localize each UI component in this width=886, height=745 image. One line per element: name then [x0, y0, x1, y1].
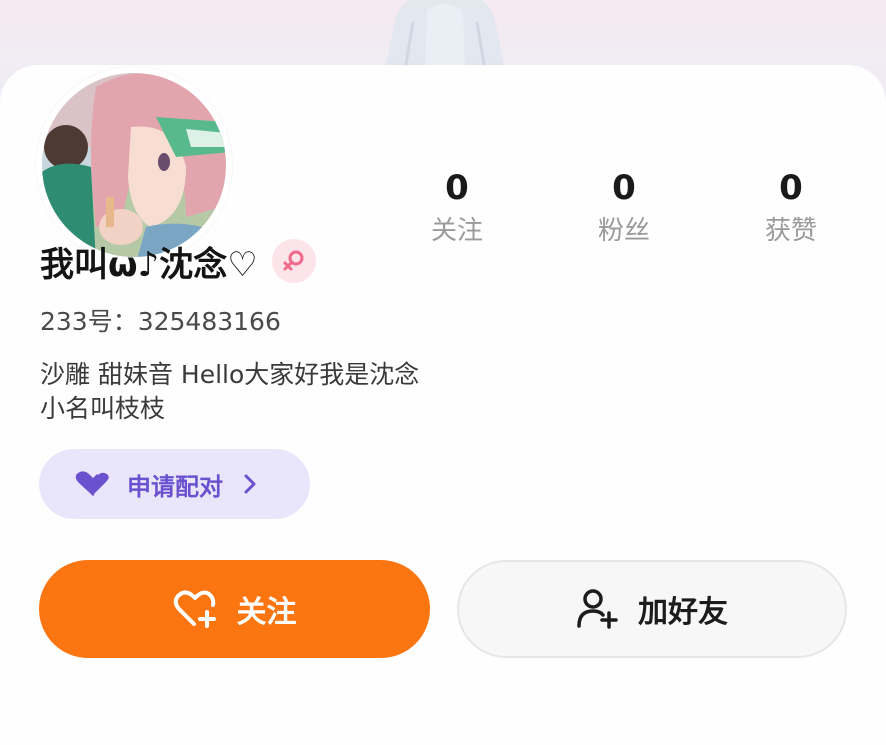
add-friend-label: 加好友 — [638, 595, 728, 630]
bio: 沙雕 甜妹音 Hello大家好我是沈念 小名叫枝枝 — [40, 358, 419, 426]
apply-pair-label: 申请配对 — [127, 472, 223, 501]
heart-plus-icon — [173, 590, 216, 628]
chevron-right-icon — [243, 473, 257, 495]
background-figure — [385, 0, 505, 70]
stat-fans[interactable]: 0 粉丝 — [564, 165, 684, 249]
female-icon — [283, 250, 304, 271]
following-count: 0 — [445, 168, 469, 208]
user-id: 233号：325483166 — [40, 307, 281, 336]
username: 我叫ω♪沈念♡ — [40, 244, 258, 285]
fans-label: 粉丝 — [597, 216, 650, 246]
user-plus-icon — [577, 589, 618, 629]
bio-line-1: 沙雕 甜妹音 Hello大家好我是沈念 — [40, 360, 420, 389]
avatar-image — [36, 67, 232, 263]
follow-button[interactable]: 关注 — [39, 560, 430, 658]
gender-badge — [271, 239, 316, 283]
stat-likes[interactable]: 0 获赞 — [731, 165, 851, 249]
likes-label: 获赞 — [764, 216, 817, 246]
heart-icon — [75, 470, 112, 497]
stat-following[interactable]: 0 关注 — [397, 165, 517, 249]
following-label: 关注 — [430, 216, 483, 246]
avatar[interactable] — [36, 67, 232, 263]
bio-line-2: 小名叫枝枝 — [40, 394, 166, 423]
follow-label: 关注 — [236, 595, 297, 630]
apply-pair-button[interactable]: 申请配对 — [39, 449, 310, 519]
add-friend-button[interactable]: 加好友 — [457, 560, 847, 658]
likes-count: 0 — [779, 168, 803, 208]
fans-count: 0 — [612, 168, 636, 208]
name-row: 我叫ω♪沈念♡ — [40, 236, 316, 286]
